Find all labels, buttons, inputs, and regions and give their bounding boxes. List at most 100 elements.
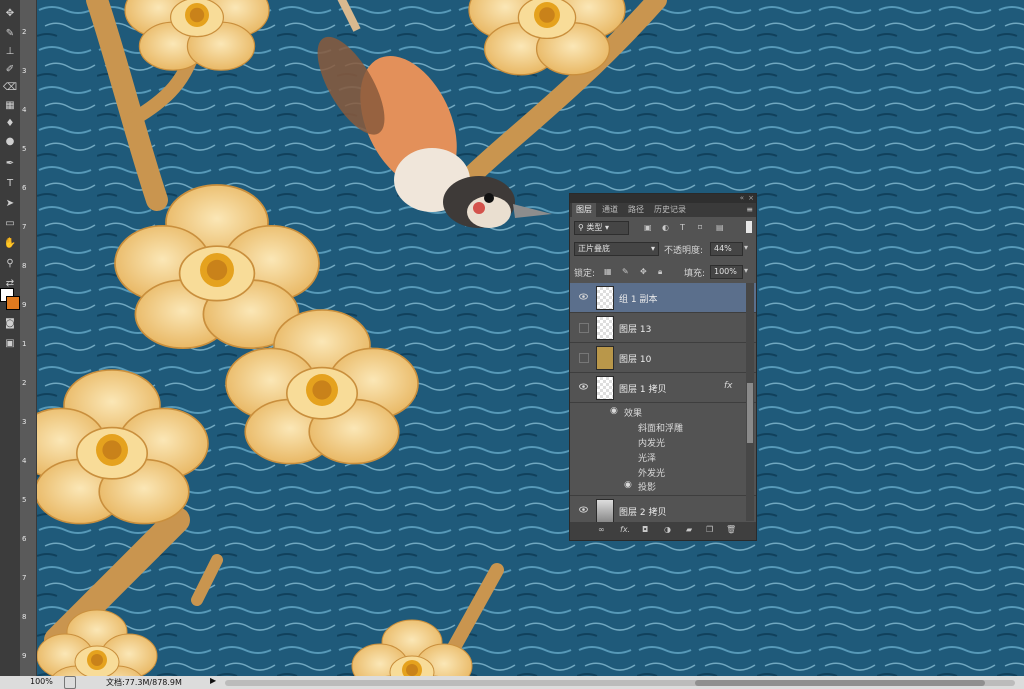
- new-layer-icon[interactable]: ❐: [706, 525, 713, 534]
- panel-titlebar[interactable]: « ×: [570, 194, 756, 203]
- folder-icon[interactable]: ▰: [686, 525, 692, 534]
- move-tool-icon[interactable]: ✥: [2, 6, 18, 22]
- lock-position-icon[interactable]: ✥: [640, 267, 647, 276]
- brush-tool-icon[interactable]: ✎: [2, 26, 18, 42]
- eye-icon[interactable]: ◉: [624, 480, 632, 490]
- filter-pixel-icon[interactable]: ▣: [644, 223, 652, 232]
- layer-thumbnail: [596, 376, 614, 400]
- tab-paths[interactable]: 路径: [624, 203, 648, 217]
- ruler-tick-label: 4: [22, 106, 27, 114]
- tab-history[interactable]: 历史记录: [650, 203, 690, 217]
- layer-name[interactable]: 图层 10: [619, 352, 651, 365]
- effect-name: 内发光: [638, 439, 666, 449]
- document-canvas[interactable]: [37, 0, 1024, 676]
- zoom-tool-icon[interactable]: ⚲: [2, 256, 18, 272]
- ruler-tick-label: 9: [22, 652, 27, 660]
- zoom-level[interactable]: 100%: [30, 677, 53, 686]
- ruler-tick-label: 3: [22, 418, 27, 426]
- ruler-tick-label: 8: [22, 262, 27, 270]
- opacity-dropdown-icon[interactable]: ▾: [744, 243, 748, 252]
- layer-name[interactable]: 图层 1 拷贝: [619, 382, 666, 395]
- effect-item[interactable]: 内发光: [570, 436, 756, 450]
- ruler-tick-label: 3: [22, 67, 27, 75]
- panel-tabs: 图层 通道 路径 历史记录 ≡: [570, 203, 756, 217]
- ruler-tick-label: 6: [22, 535, 27, 543]
- fill-input[interactable]: 100%: [710, 265, 743, 279]
- fx-icon[interactable]: fx.: [620, 525, 630, 534]
- eraser-tool-icon[interactable]: ⌫: [2, 80, 18, 96]
- effect-name: 外发光: [638, 469, 666, 479]
- stamp-tool-icon[interactable]: ⊥: [2, 44, 18, 60]
- collapse-icon[interactable]: «: [740, 194, 744, 202]
- ruler-tick-label: 4: [22, 457, 27, 465]
- filter-toggle[interactable]: [746, 221, 752, 233]
- layer-name[interactable]: 图层 13: [619, 322, 651, 335]
- link-icon[interactable]: ∞: [598, 525, 605, 534]
- visibility-eye-icon[interactable]: [579, 293, 588, 300]
- gradient-tool-icon[interactable]: ▦: [2, 98, 18, 114]
- lock-transparent-icon[interactable]: ▦: [604, 267, 612, 276]
- close-icon[interactable]: ×: [748, 194, 754, 202]
- dodge-tool-icon[interactable]: ●: [2, 134, 18, 150]
- quick-mask-icon[interactable]: ◙: [2, 316, 18, 332]
- mask-icon[interactable]: ◘: [642, 525, 648, 534]
- type-tool-icon[interactable]: T: [2, 176, 18, 192]
- scrollbar-thumb[interactable]: [695, 680, 985, 686]
- effects-group[interactable]: ◉ 效果: [570, 406, 756, 420]
- lock-all-icon[interactable]: 🔒︎: [658, 267, 662, 277]
- filter-type-icon[interactable]: T: [680, 223, 685, 232]
- panel-menu-icon[interactable]: ≡: [746, 205, 753, 214]
- opacity-input[interactable]: 44%: [710, 242, 743, 256]
- screen-mode-icon[interactable]: ▣: [2, 336, 18, 352]
- layer-row[interactable]: 图层 13: [570, 313, 756, 343]
- visibility-eye-icon[interactable]: [579, 506, 588, 513]
- hand-tool-icon[interactable]: ✋: [2, 236, 18, 252]
- fill-dropdown-icon[interactable]: ▾: [744, 266, 748, 275]
- panel-scrollbar-thumb[interactable]: [747, 383, 753, 443]
- fill-label: 填充:: [684, 269, 706, 279]
- visibility-eye-icon[interactable]: [579, 383, 588, 390]
- layer-row[interactable]: 组 1 副本: [570, 283, 756, 313]
- filter-kind-select[interactable]: ⚲ 类型 ▾: [574, 221, 629, 235]
- layer-thumbnail: [596, 499, 614, 523]
- pen-tool-icon[interactable]: ✒: [2, 156, 18, 172]
- effect-item[interactable]: 光泽: [570, 451, 756, 465]
- opacity-label: 不透明度:: [664, 246, 704, 256]
- layer-name[interactable]: 图层 2 拷贝: [619, 505, 666, 518]
- background-color-swatch[interactable]: [6, 296, 20, 310]
- blend-mode-label: 正片叠底: [578, 244, 610, 253]
- layer-thumbnail: [596, 316, 614, 340]
- layer-name[interactable]: 组 1 副本: [619, 292, 657, 305]
- effect-item[interactable]: ◉ 投影: [570, 480, 756, 494]
- adjustment-icon[interactable]: ◑: [664, 525, 671, 534]
- eye-icon[interactable]: ◉: [610, 406, 618, 416]
- blend-mode-select[interactable]: 正片叠底 ▾: [574, 242, 659, 256]
- ruler-tick-label: 2: [22, 28, 27, 36]
- shape-tool-icon[interactable]: ▭: [2, 216, 18, 232]
- path-select-icon[interactable]: ➤: [2, 196, 18, 212]
- filter-smart-object-icon[interactable]: ▤: [716, 223, 724, 232]
- panel-scrollbar[interactable]: [746, 283, 754, 521]
- layer-row[interactable]: 图层 10: [570, 343, 756, 373]
- lock-pixels-icon[interactable]: ✎: [622, 267, 629, 276]
- history-brush-icon[interactable]: ✐: [2, 62, 18, 78]
- status-menu-arrow-icon[interactable]: ▶: [210, 676, 216, 685]
- effect-item[interactable]: 斜面和浮雕: [570, 421, 756, 435]
- ruler-tick-label: 2: [22, 379, 27, 387]
- vertical-ruler: 2 3 4 5 6 7 8 9 1 2 3 4 5 6 7 8 9: [20, 0, 37, 676]
- horizontal-scrollbar[interactable]: [225, 680, 1015, 686]
- tab-channels[interactable]: 通道: [598, 203, 622, 217]
- blur-tool-icon[interactable]: ♦: [2, 116, 18, 132]
- ruler-tick-label: 8: [22, 613, 27, 621]
- trash-icon[interactable]: 🗑︎: [726, 525, 736, 534]
- filter-shape-icon[interactable]: ⌑: [698, 223, 702, 232]
- filter-adjustment-icon[interactable]: ◐: [662, 223, 669, 232]
- layer-fx-badge[interactable]: fx: [724, 381, 733, 391]
- visibility-toggle-off[interactable]: [579, 353, 589, 363]
- artwork: [37, 0, 1024, 676]
- effect-item[interactable]: 外发光: [570, 466, 756, 480]
- status-icon[interactable]: [64, 676, 76, 689]
- visibility-toggle-off[interactable]: [579, 323, 589, 333]
- layer-row[interactable]: 图层 1 拷贝 fx: [570, 373, 756, 403]
- tab-layers[interactable]: 图层: [572, 203, 596, 217]
